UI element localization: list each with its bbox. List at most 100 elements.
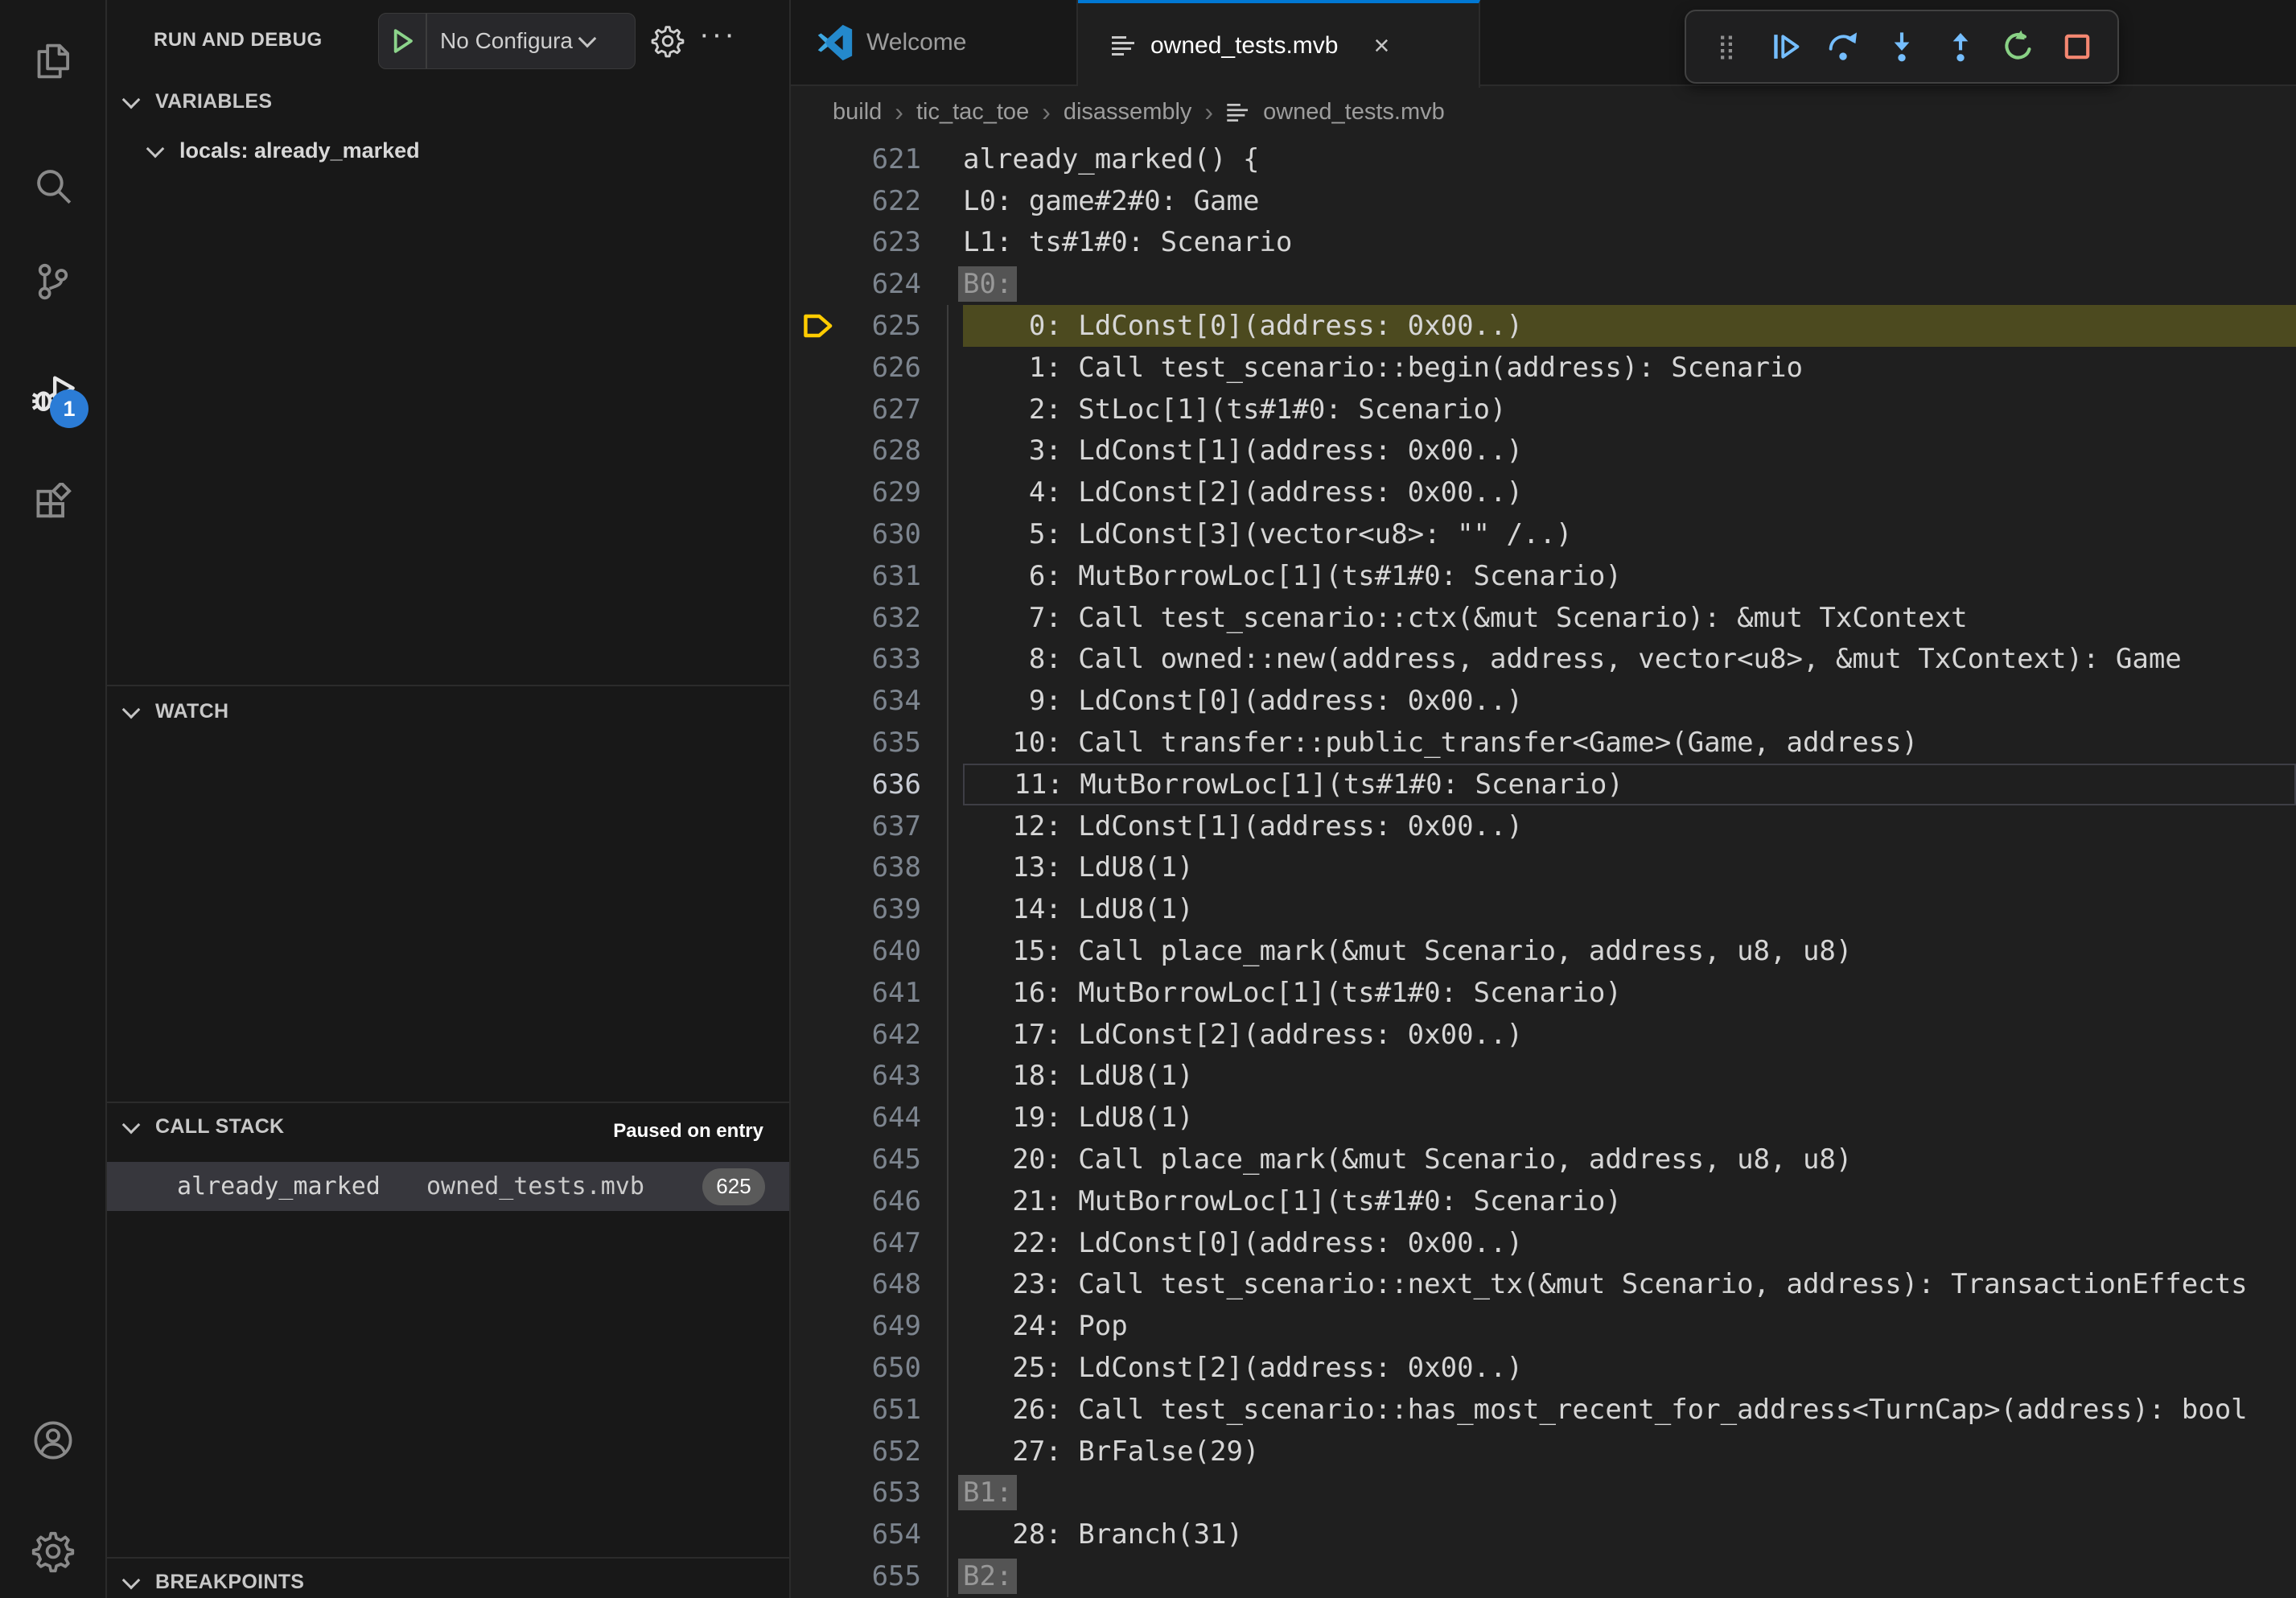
code-text[interactable]: 28: Branch(31) (963, 1514, 2296, 1555)
code-text[interactable]: 8: Call owned::new(address, address, vec… (963, 639, 2296, 681)
tab-owned-tests[interactable]: owned_tests.mvb × (1078, 0, 1480, 88)
code-line[interactable]: 645 20: Call place_mark(&mut Scenario, a… (791, 1139, 2296, 1180)
code-line[interactable]: 630 5: LdConst[3](vector<u8>: "" /..) (791, 513, 2296, 555)
debug-settings-gear-button[interactable] (651, 24, 685, 62)
start-debugging-button[interactable] (379, 14, 427, 68)
code-text[interactable]: B2: (963, 1555, 2296, 1597)
code-line[interactable]: 650 25: LdConst[2](address: 0x00..) (791, 1347, 2296, 1389)
code-line[interactable]: 633 8: Call owned::new(address, address,… (791, 639, 2296, 681)
line-number[interactable]: 627 (850, 393, 921, 426)
code-line[interactable]: 622 L0: game#2#0: Game (791, 180, 2296, 222)
continue-button[interactable] (1764, 26, 1806, 68)
line-number[interactable]: 647 (850, 1227, 921, 1259)
code-line[interactable]: 652 27: BrFalse(29) (791, 1431, 2296, 1472)
line-number[interactable]: 640 (850, 935, 921, 967)
code-line[interactable]: 640 15: Call place_mark(&mut Scenario, a… (791, 930, 2296, 972)
locals-scope-row[interactable]: locals: already_marked (149, 138, 420, 163)
more-actions-button[interactable]: ··· (699, 18, 737, 52)
stop-button[interactable] (2056, 26, 2098, 68)
code-text[interactable]: 26: Call test_scenario::has_most_recent_… (963, 1389, 2296, 1431)
code-text[interactable]: 22: LdConst[0](address: 0x00..) (963, 1222, 2296, 1264)
code-line[interactable]: 634 9: LdConst[0](address: 0x00..) (791, 680, 2296, 722)
code-line[interactable]: 629 4: LdConst[2](address: 0x00..) (791, 472, 2296, 513)
call-stack-section-header[interactable]: CALL STACK Paused on entry (107, 1115, 789, 1155)
line-number[interactable]: 651 (850, 1394, 921, 1426)
code-line[interactable]: 623L1: ts#1#0: Scenario (791, 222, 2296, 264)
code-text[interactable]: 25: LdConst[2](address: 0x00..) (963, 1347, 2296, 1389)
line-number[interactable]: 622 (850, 185, 921, 217)
code-line[interactable]: 621 already_marked() { (791, 138, 2296, 180)
code-line[interactable]: 625 0: LdConst[0](address: 0x00..) (791, 305, 2296, 347)
code-line[interactable]: 637 12: LdConst[1](address: 0x00..) (791, 805, 2296, 847)
step-out-button[interactable] (1940, 26, 1981, 68)
line-number[interactable]: 621 (850, 143, 921, 175)
line-number[interactable]: 630 (850, 518, 921, 550)
code-line[interactable]: 631 6: MutBorrowLoc[1](ts#1#0: Scenario) (791, 555, 2296, 597)
tab-welcome[interactable]: Welcome (792, 0, 1078, 84)
line-number[interactable]: 637 (850, 810, 921, 842)
code-line[interactable]: 646 21: MutBorrowLoc[1](ts#1#0: Scenario… (791, 1180, 2296, 1222)
line-number[interactable]: 641 (850, 977, 921, 1009)
code-line[interactable]: 648 23: Call test_scenario::next_tx(&mut… (791, 1264, 2296, 1306)
code-text[interactable]: 18: LdU8(1) (963, 1056, 2296, 1098)
code-line[interactable]: 642 17: LdConst[2](address: 0x00..) (791, 1014, 2296, 1056)
code-line[interactable]: 624B0: (791, 263, 2296, 305)
extensions-icon[interactable] (0, 480, 105, 528)
code-line[interactable]: 627 2: StLoc[1](ts#1#0: Scenario) (791, 389, 2296, 430)
line-number[interactable]: 649 (850, 1310, 921, 1342)
code-line[interactable]: 632 7: Call test_scenario::ctx(&mut Scen… (791, 597, 2296, 639)
line-number[interactable]: 635 (850, 727, 921, 759)
line-number[interactable]: 655 (850, 1560, 921, 1592)
variables-section-header[interactable]: VARIABLES (125, 90, 272, 113)
code-text[interactable]: 0: LdConst[0](address: 0x00..) (963, 305, 2296, 347)
code-text[interactable]: 13: LdU8(1) (963, 847, 2296, 889)
code-line[interactable]: 655 B2: (791, 1555, 2296, 1597)
code-text[interactable]: 27: BrFalse(29) (963, 1431, 2296, 1472)
line-number[interactable]: 634 (850, 685, 921, 717)
line-number[interactable]: 653 (850, 1477, 921, 1509)
code-line[interactable]: 638 13: LdU8(1) (791, 847, 2296, 889)
code-line[interactable]: 643 18: LdU8(1) (791, 1056, 2296, 1098)
line-number[interactable]: 631 (850, 560, 921, 592)
line-number[interactable]: 643 (850, 1060, 921, 1092)
line-number[interactable]: 644 (850, 1102, 921, 1134)
code-line[interactable]: 649 24: Pop (791, 1305, 2296, 1347)
search-icon[interactable] (0, 163, 105, 208)
toolbar-gripper[interactable] (1706, 26, 1747, 68)
code-text[interactable]: 5: LdConst[3](vector<u8>: "" /..) (963, 513, 2296, 555)
code-line[interactable]: 651 26: Call test_scenario::has_most_rec… (791, 1389, 2296, 1431)
line-number[interactable]: 650 (850, 1352, 921, 1384)
code-text[interactable]: 19: LdU8(1) (963, 1097, 2296, 1139)
call-stack-frame-row[interactable]: already_marked owned_tests.mvb 625 (107, 1162, 789, 1211)
code-text[interactable]: 11: MutBorrowLoc[1](ts#1#0: Scenario) (963, 764, 2296, 805)
line-number[interactable]: 626 (850, 352, 921, 384)
line-number[interactable]: 633 (850, 643, 921, 675)
breadcrumb-item[interactable]: build (833, 99, 882, 126)
breadcrumb-item[interactable]: disassembly (1064, 99, 1192, 126)
code-text[interactable]: already_marked() { (963, 138, 2296, 180)
code-text[interactable]: 24: Pop (963, 1305, 2296, 1347)
code-text[interactable]: 2: StLoc[1](ts#1#0: Scenario) (963, 389, 2296, 430)
code-text[interactable]: 21: MutBorrowLoc[1](ts#1#0: Scenario) (963, 1180, 2296, 1222)
code-line[interactable]: 628 3: LdConst[1](address: 0x00..) (791, 430, 2296, 472)
code-text[interactable]: L0: game#2#0: Game (963, 180, 2296, 222)
accounts-icon[interactable] (0, 1416, 105, 1464)
step-over-button[interactable] (1822, 26, 1864, 68)
code-line[interactable]: 641 16: MutBorrowLoc[1](ts#1#0: Scenario… (791, 972, 2296, 1014)
close-icon[interactable]: × (1373, 32, 1389, 60)
gutter-glyph-margin[interactable] (791, 311, 850, 340)
line-number[interactable]: 638 (850, 851, 921, 883)
code-line[interactable]: 653B1: (791, 1472, 2296, 1514)
code-text[interactable]: 17: LdConst[2](address: 0x00..) (963, 1014, 2296, 1056)
code-line[interactable]: 635 10: Call transfer::public_transfer<G… (791, 722, 2296, 764)
code-text[interactable]: 4: LdConst[2](address: 0x00..) (963, 472, 2296, 513)
line-number[interactable]: 648 (850, 1268, 921, 1300)
code-text[interactable]: L1: ts#1#0: Scenario (963, 222, 2296, 264)
code-line[interactable]: 654 28: Branch(31) (791, 1514, 2296, 1555)
source-control-icon[interactable] (0, 259, 105, 304)
code-line[interactable]: 639 14: LdU8(1) (791, 888, 2296, 930)
line-number[interactable]: 654 (850, 1518, 921, 1551)
code-text[interactable]: 20: Call place_mark(&mut Scenario, addre… (963, 1139, 2296, 1180)
code-text[interactable]: B0: (963, 263, 2296, 305)
watch-section-header[interactable]: WATCH (125, 700, 228, 723)
